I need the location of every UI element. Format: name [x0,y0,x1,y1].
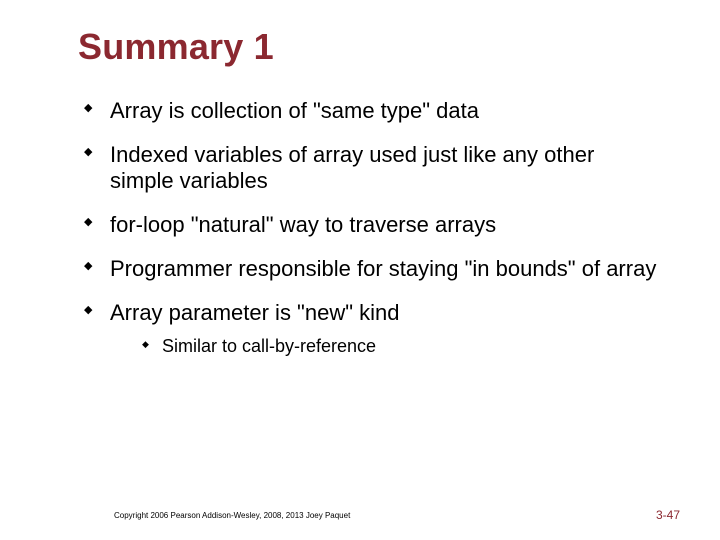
bullet-item: for-loop "natural" way to traverse array… [78,212,660,238]
slide: Summary 1 Array is collection of "same t… [0,0,720,540]
bullet-text: Programmer responsible for staying "in b… [110,256,656,281]
bullet-item: Indexed variables of array used just lik… [78,142,660,194]
sub-bullet-list: Similar to call-by-reference [110,336,660,358]
bullet-text: Array is collection of "same type" data [110,98,479,123]
footer-copyright: Copyright 2006 Pearson Addison-Wesley, 2… [114,511,350,520]
slide-title: Summary 1 [78,26,660,68]
bullet-item: Array is collection of "same type" data [78,98,660,124]
bullet-text: Array parameter is "new" kind [110,300,400,325]
bullet-item: Programmer responsible for staying "in b… [78,256,660,282]
footer-page-number: 3-47 [656,508,680,522]
sub-bullet-item: Similar to call-by-reference [138,336,660,358]
bullet-item: Array parameter is "new" kind Similar to… [78,300,660,358]
bullet-text: for-loop "natural" way to traverse array… [110,212,496,237]
bullet-text: Indexed variables of array used just lik… [110,142,594,193]
sub-bullet-text: Similar to call-by-reference [162,336,376,356]
bullet-list: Array is collection of "same type" data … [78,98,660,357]
